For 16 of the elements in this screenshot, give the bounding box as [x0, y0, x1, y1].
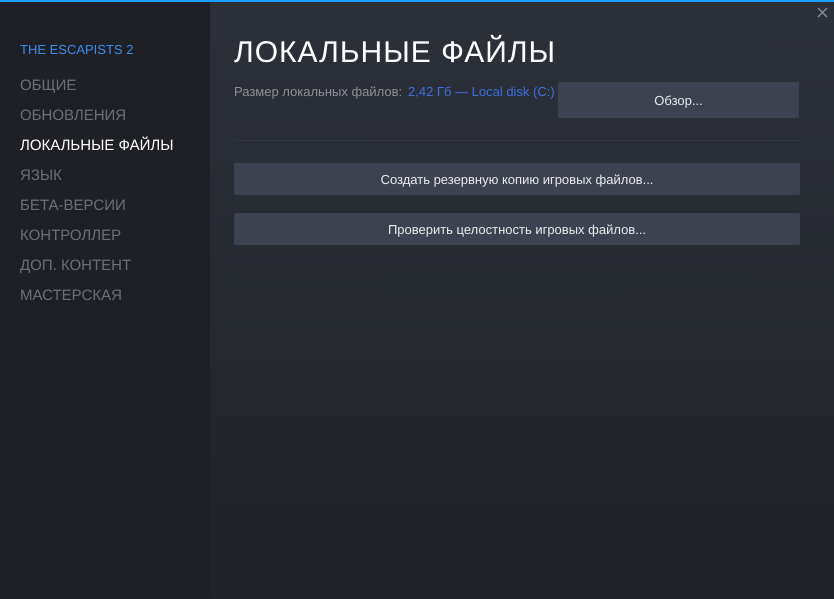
sidebar-item[interactable]: БЕТА-ВЕРСИИ	[20, 197, 210, 227]
size-value: 2,42 Гб — Local disk (C:)	[408, 83, 556, 101]
sidebar-item[interactable]: ОБНОВЛЕНИЯ	[20, 107, 210, 137]
sidebar-item[interactable]: МАСТЕРСКАЯ	[20, 287, 210, 317]
sidebar-item[interactable]: ОБЩИЕ	[20, 77, 210, 107]
close-icon[interactable]	[817, 7, 828, 18]
sidebar-item[interactable]: ЯЗЫК	[20, 167, 210, 197]
page-title: ЛОКАЛЬНЫЕ ФАЙЛЫ	[234, 36, 558, 70]
action-button[interactable]: Создать резервную копию игровых файлов...	[234, 163, 800, 195]
sidebar-item[interactable]: КОНТРОЛЛЕР	[20, 227, 210, 257]
size-label: Размер локальных файлов:	[234, 83, 404, 101]
action-button[interactable]: Проверить целостность игровых файлов...	[234, 213, 800, 245]
sidebar-item[interactable]: ЛОКАЛЬНЫЕ ФАЙЛЫ	[20, 137, 210, 167]
game-title: THE ESCAPISTS 2	[20, 42, 134, 57]
browse-button[interactable]: Обзор...	[558, 82, 799, 118]
sidebar-item[interactable]: ДОП. КОНТЕНТ	[20, 257, 210, 287]
